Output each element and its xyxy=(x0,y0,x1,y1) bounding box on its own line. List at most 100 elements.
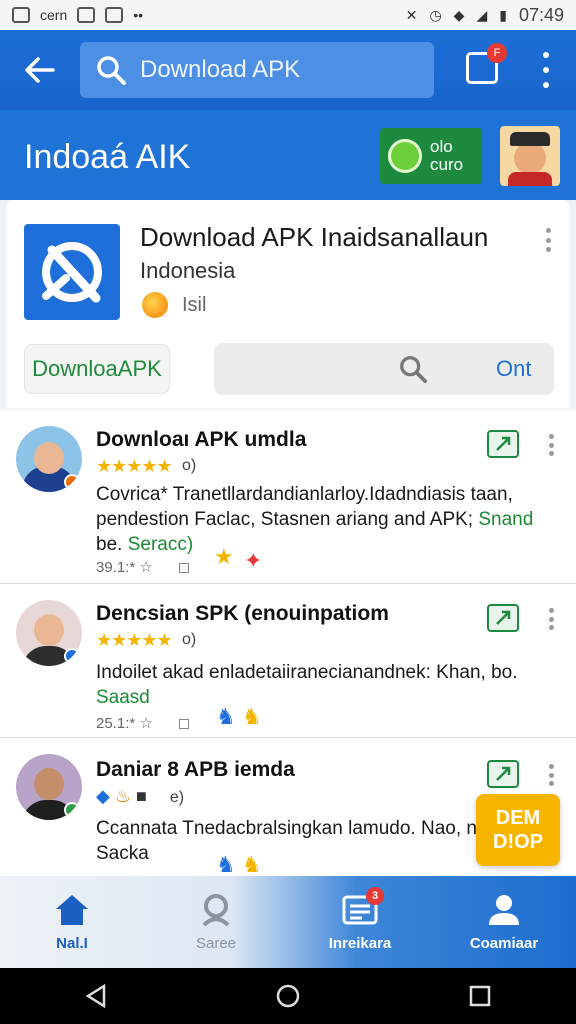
wifi-icon: ◆ xyxy=(453,6,465,23)
tabs-badge: F xyxy=(487,43,507,63)
nav-search[interactable]: Saree xyxy=(144,876,288,968)
promo-text-2: curo xyxy=(430,155,464,174)
star-sticker-icon: ★ xyxy=(214,544,234,569)
square-recents-icon xyxy=(469,985,491,1007)
bookmark-icon xyxy=(178,719,189,730)
system-navigation-bar xyxy=(0,968,576,1024)
bookmark-icon xyxy=(178,563,189,574)
nav-updates[interactable]: 3 Inreikara xyxy=(288,876,432,968)
updates-icon: 3 xyxy=(342,886,384,927)
rating-value: e) xyxy=(169,789,185,806)
tabs-button[interactable]: F xyxy=(466,43,507,84)
flame-icon: ♨ xyxy=(114,786,131,806)
download-icon xyxy=(496,436,511,451)
cube-icon: ■ xyxy=(136,786,147,806)
rating-value: o) xyxy=(182,631,197,648)
nav-search-label: Saree xyxy=(195,934,237,952)
app-list: Downloaı APK umdla ★★★★★ o) Covrica* Tra… xyxy=(0,410,576,878)
list-item[interactable]: Dencsian SPK (enouinpatiom ★★★★★ o) Indo… xyxy=(0,584,576,738)
top-app-bar: F xyxy=(0,30,576,110)
item-menu-button[interactable] xyxy=(549,434,554,456)
floating-promo-button[interactable]: DEM D!OP xyxy=(476,794,560,866)
circle-home-icon xyxy=(276,984,300,1008)
item-badges: ◆ ♨ ■ e) xyxy=(96,786,184,807)
search-bar[interactable] xyxy=(80,42,434,98)
verified-icon: ◆ xyxy=(96,786,110,806)
alarm-icon: ◷ xyxy=(429,6,442,23)
search-option[interactable]: Ont xyxy=(496,356,531,382)
mascot-avatar[interactable] xyxy=(500,126,560,186)
app-meta: Isil xyxy=(182,294,207,316)
item-footer: 39.1:* ☆ xyxy=(96,558,189,576)
system-recents-button[interactable] xyxy=(468,984,492,1008)
status-time: 07:49 xyxy=(518,4,564,25)
install-button[interactable] xyxy=(487,760,519,788)
nav-account[interactable]: Coamiaar xyxy=(432,876,576,968)
battery-icon: ▮ xyxy=(499,6,507,23)
rating-value: o) xyxy=(182,457,197,474)
nav-account-label: Coamiaar xyxy=(469,934,539,952)
nav-home-label: Nal.I xyxy=(56,934,88,952)
document-icon xyxy=(105,7,124,23)
search-icon xyxy=(400,356,428,384)
page-header: Indoaá AIK olo curo xyxy=(0,110,576,200)
chat-icon xyxy=(77,7,96,23)
tools-icon: ✕ xyxy=(405,6,418,23)
promo-banner[interactable]: olo curo xyxy=(380,128,482,184)
install-button[interactable] xyxy=(487,430,519,458)
nav-home[interactable]: Nal.I xyxy=(0,876,144,968)
more-notifications-icon: •• xyxy=(133,7,144,23)
rating-stars: ★★★★★ xyxy=(96,630,173,650)
page-title: Indoaá AIK xyxy=(24,138,191,176)
bottom-navigation: Nal.I Saree 3 Inreikara Coamiaar xyxy=(0,876,576,968)
item-title: Dencsian SPK (enouinpatiom xyxy=(96,602,389,625)
notification-icon xyxy=(12,7,30,23)
home-icon xyxy=(56,894,88,925)
avatar xyxy=(16,754,82,820)
item-menu-button[interactable] xyxy=(549,764,554,786)
status-bar: cern •• ✕ ◷ ◆ ◢ ▮ 07:49 xyxy=(0,0,576,30)
character-sticker-icon: ♞ xyxy=(216,852,236,877)
list-item[interactable]: Downloaı APK umdla ★★★★★ o) Covrica* Tra… xyxy=(0,410,576,584)
item-title: Daniar 8 APB iemda xyxy=(96,758,295,781)
system-back-button[interactable] xyxy=(84,983,108,1009)
search-input[interactable] xyxy=(140,56,420,84)
item-description: Covrica* Tranetllardandianlarloy.Idadndi… xyxy=(96,484,534,555)
card-search-field[interactable]: Ont xyxy=(214,343,554,395)
search-icon xyxy=(202,893,230,926)
app-logo-icon xyxy=(24,224,120,320)
item-title: Downloaı APK umdla xyxy=(96,428,307,451)
item-footer: 25.1:* ☆ xyxy=(96,714,189,732)
system-home-button[interactable] xyxy=(276,984,300,1008)
item-description: Indoilet akad enladetaiiranecianandnek: … xyxy=(96,662,518,708)
signal-icon: ◢ xyxy=(476,6,488,23)
app-detail-card: Download APK Inaidsanallaun Indonesia Is… xyxy=(6,200,570,408)
promo-logo-icon xyxy=(388,139,422,173)
app-subtitle: Indonesia xyxy=(140,258,236,283)
status-left-text: cern xyxy=(40,7,68,23)
back-button[interactable] xyxy=(0,30,80,110)
card-menu-button[interactable] xyxy=(546,228,552,252)
back-arrow-icon xyxy=(25,57,55,83)
updates-badge: 3 xyxy=(366,886,384,905)
developer-icon xyxy=(142,292,168,318)
app-title: Download APK Inaidsanallaun xyxy=(140,222,489,252)
triangle-back-icon xyxy=(85,983,106,1009)
character-sticker-icon: ♞ xyxy=(242,852,262,877)
avatar xyxy=(16,426,82,492)
install-button[interactable] xyxy=(487,604,519,632)
item-menu-button[interactable] xyxy=(549,608,554,630)
nav-updates-label: Inreikara xyxy=(328,934,392,952)
download-apk-button[interactable]: DownloaAPK xyxy=(24,344,170,394)
rating-stars: ★★★★★ xyxy=(96,456,173,476)
download-icon xyxy=(496,766,511,781)
download-icon xyxy=(496,610,511,625)
avatar xyxy=(16,600,82,666)
bird-sticker-icon: ✦ xyxy=(244,548,263,573)
character-sticker-icon: ♞ xyxy=(242,704,262,729)
overflow-menu-button[interactable] xyxy=(532,52,560,88)
character-sticker-icon: ♞ xyxy=(216,704,236,729)
search-icon xyxy=(97,56,126,85)
promo-text-1: olo xyxy=(430,137,453,156)
account-icon xyxy=(489,894,519,925)
